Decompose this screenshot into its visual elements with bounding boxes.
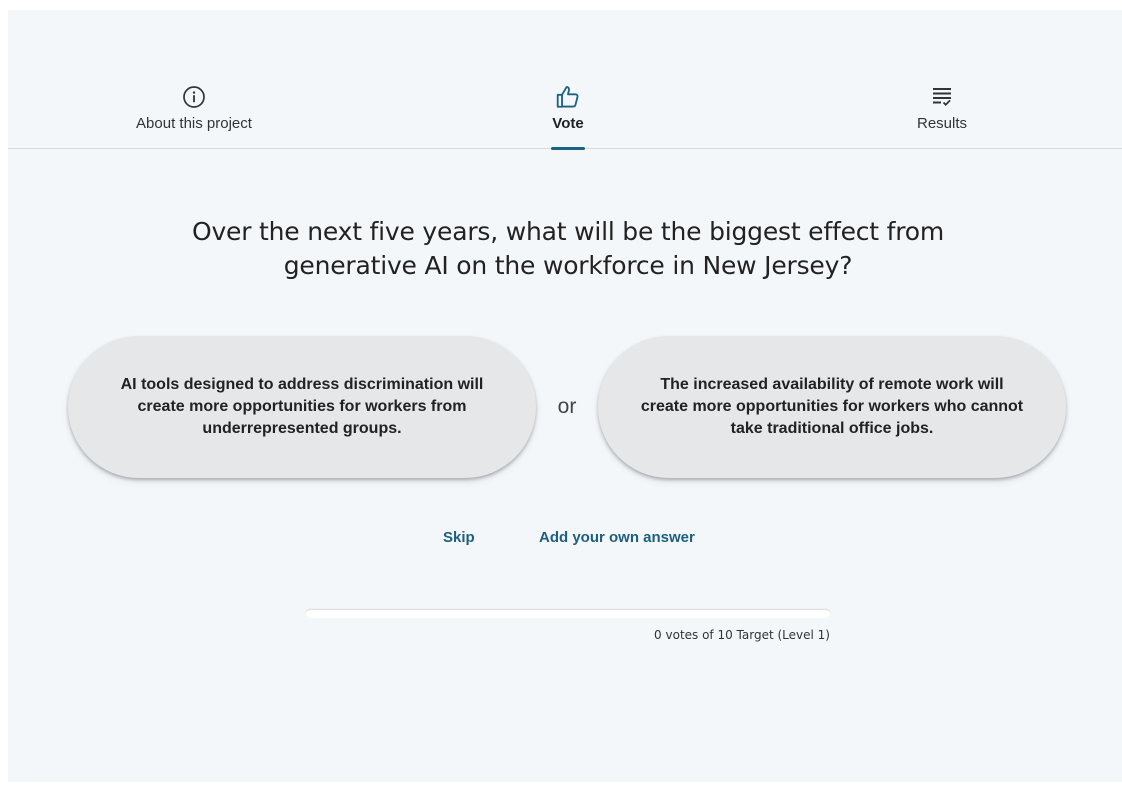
tab-about-label: About this project [136, 115, 252, 132]
choice-option-b-text: The increased availability of remote wor… [640, 376, 1024, 437]
vote-progress-bar [306, 610, 830, 618]
choice-option-a[interactable]: AI tools designed to address discriminat… [68, 336, 536, 478]
voting-app: About this project Vote Results Over the… [8, 10, 1122, 782]
tab-results-label: Results [916, 115, 968, 132]
results-list-icon [929, 84, 955, 110]
tab-about[interactable]: About this project [94, 84, 294, 149]
choice-option-a-text: AI tools designed to address discriminat… [120, 376, 484, 437]
tab-vote[interactable]: Vote [468, 84, 668, 150]
or-separator: or [557, 395, 577, 418]
info-icon [181, 84, 207, 110]
thumbs-up-icon [555, 84, 581, 110]
active-tab-indicator [551, 147, 585, 150]
tab-results[interactable]: Results [842, 84, 1042, 149]
skip-button[interactable]: Skip [443, 529, 475, 546]
tab-vote-label: Vote [552, 115, 584, 132]
vote-progress-caption: 0 votes of 10 Target (Level 1) [654, 628, 830, 642]
tab-bar: About this project Vote Results [8, 10, 1122, 150]
choice-option-b[interactable]: The increased availability of remote wor… [598, 336, 1066, 478]
question-title: Over the next five years, what will be t… [191, 217, 945, 280]
add-own-answer-button[interactable]: Add your own answer [539, 529, 695, 546]
